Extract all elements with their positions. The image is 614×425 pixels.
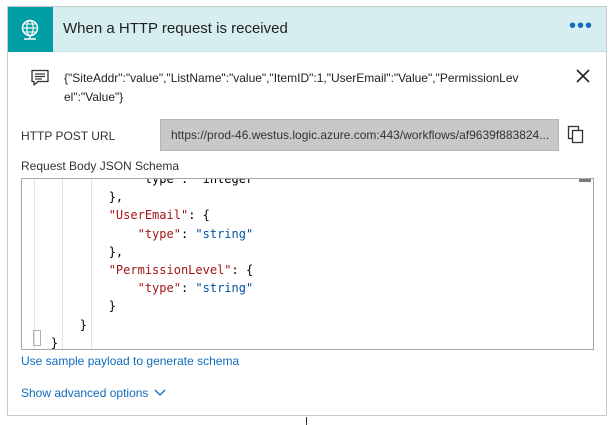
code-token: }, (22, 244, 124, 259)
schema-code-line: "UserEmail": { (22, 206, 210, 224)
code-token: : { (231, 263, 254, 277)
request-body-schema-label: Request Body JSON Schema (21, 159, 180, 173)
schema-code-line: }, (22, 188, 123, 206)
trigger-header[interactable]: When a HTTP request is received ••• (8, 7, 606, 52)
matching-brace-highlight (33, 330, 41, 346)
show-advanced-options-toggle[interactable]: Show advanced options (21, 386, 166, 400)
code-token: "type": "integer" (22, 178, 261, 186)
copy-icon[interactable] (567, 125, 585, 145)
schema-code-line: "type": "integer" (22, 178, 261, 188)
code-token: : { (188, 208, 210, 223)
flow-connector-line (306, 417, 307, 425)
code-token: } (22, 299, 116, 314)
code-token: "UserEmail" (108, 208, 189, 223)
code-token: "string" (195, 281, 254, 296)
schema-code-line: "type": "string" (22, 225, 254, 243)
trigger-summary-text: {"SiteAddr":"value","ListName":"value","… (64, 71, 519, 104)
code-token: : (180, 281, 196, 296)
code-token: : (180, 226, 196, 241)
code-token: "PermissionLevel" (108, 263, 232, 277)
schema-code-line: }, (22, 243, 123, 261)
code-token: }, (22, 190, 124, 205)
chevron-down-icon (154, 389, 166, 396)
editor-scrollbar[interactable] (579, 179, 591, 182)
show-advanced-options-label: Show advanced options (21, 386, 149, 400)
comment-icon (31, 69, 49, 86)
trigger-title: When a HTTP request is received (63, 20, 288, 37)
http-trigger-card: When a HTTP request is received ••• {"Si… (7, 6, 607, 416)
http-request-globe-icon (8, 7, 53, 52)
schema-code-line: } (22, 297, 116, 315)
close-icon[interactable] (572, 65, 594, 87)
json-schema-editor[interactable]: "type": "integer" }, "UserEmail": { "typ… (21, 178, 594, 350)
http-post-url-label: HTTP POST URL (21, 129, 116, 143)
code-token: } (22, 317, 88, 332)
use-sample-payload-link[interactable]: Use sample payload to generate schema (21, 354, 239, 368)
code-token: "string" (195, 226, 254, 241)
more-options-button[interactable]: ••• (566, 16, 596, 41)
http-post-url-field[interactable]: https://prod-46.westus.logic.azure.com:4… (160, 119, 559, 151)
code-token: "type" (137, 281, 181, 296)
schema-code-line: "type": "string" (22, 279, 254, 297)
schema-code-line: "PermissionLevel": { (22, 261, 254, 279)
schema-code-line: } (22, 316, 87, 334)
code-token: "type" (137, 226, 181, 241)
